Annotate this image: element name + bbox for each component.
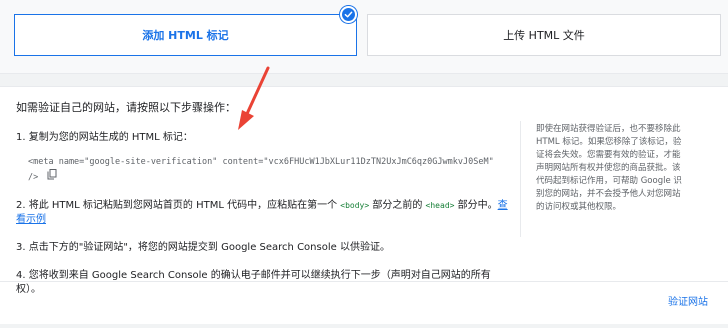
step-2-text-b: 部分之前的 (369, 200, 426, 211)
upload-html-file-option[interactable]: 上传 HTML 文件 (367, 14, 721, 56)
red-arrow-annotation (238, 66, 270, 130)
step-4: 4. 您将收到来自 Google Search Console 的确认电子邮件并… (16, 270, 491, 295)
code-line-2: /> (28, 172, 39, 183)
instructions-card: 如需验证自己的网站，请按照以下步骤操作： 1. 复制为您的网站生成的 HTML … (0, 86, 728, 324)
footer-divider (0, 281, 728, 282)
verify-site-button[interactable]: 验证网站 (668, 293, 708, 308)
step-2-text-a: 2. 将此 HTML 标记粘贴到您网站首页的 HTML 代码中，应粘贴在第一个 (16, 200, 341, 211)
code-line-1: <meta name="google-site-verification" co… (28, 157, 494, 167)
add-html-tag-option[interactable]: 添加 HTML 标记 (14, 14, 357, 56)
body-tag: <body> (340, 201, 370, 210)
step-2: 2. 将此 HTML 标记粘贴到您网站首页的 HTML 代码中，应粘贴在第一个 … (16, 199, 508, 227)
method-options-panel: 添加 HTML 标记 上传 HTML 文件 (0, 0, 728, 74)
head-tag: <head> (425, 201, 455, 210)
vertical-divider (520, 121, 521, 237)
side-note: 即使在网站获得验证后，也不要移除此 HTML 标记。如果您移除了该标记，验证将会… (536, 124, 682, 212)
copy-icon[interactable] (47, 169, 57, 185)
verification-code[interactable]: <meta name="google-site-verification" co… (28, 156, 498, 185)
step-2-text-c: 部分中。 (454, 200, 498, 211)
add-html-tag-label: 添加 HTML 标记 (142, 29, 229, 42)
upload-html-file-label: 上传 HTML 文件 (503, 29, 585, 42)
step-3: 3. 点击下方的"验证网站"，将您的网站提交到 Google Search Co… (16, 242, 390, 253)
selected-check-icon (340, 6, 357, 23)
